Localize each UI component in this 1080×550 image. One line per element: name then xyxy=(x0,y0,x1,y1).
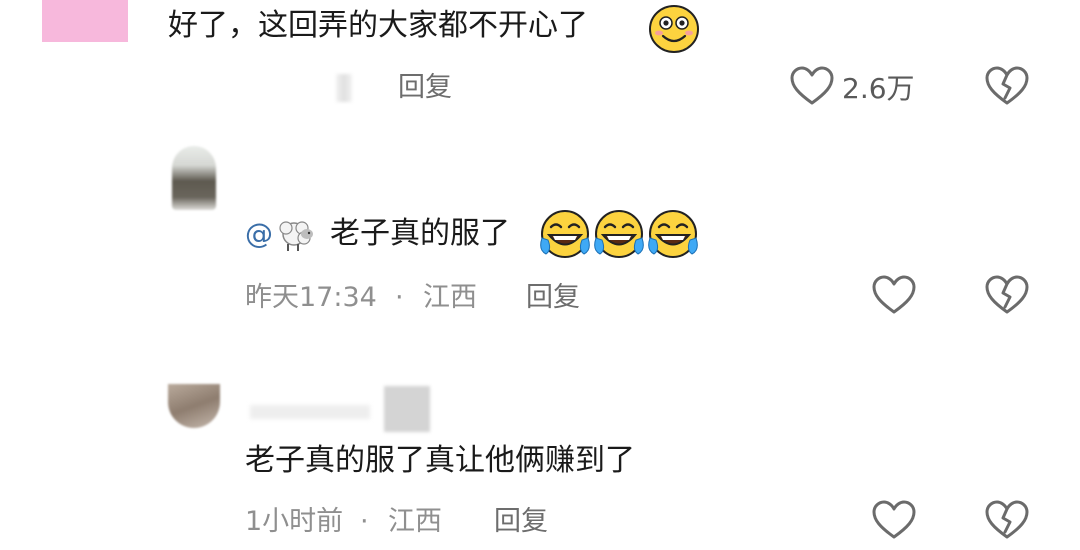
username-redacted xyxy=(384,386,430,432)
comment-text: 老子真的服了真让他俩赚到了 xyxy=(245,443,635,478)
separator-dot: · xyxy=(395,282,404,313)
avatar[interactable] xyxy=(172,146,216,210)
separator-dot: · xyxy=(360,506,369,537)
heart-outline-icon[interactable] xyxy=(872,500,916,540)
comment-text: 老子真的服了 xyxy=(330,216,510,251)
location: 江西 xyxy=(423,282,477,313)
like-count: 2.6万 xyxy=(842,72,915,105)
broken-heart-icon[interactable] xyxy=(985,275,1029,315)
mention-link[interactable]: @ xyxy=(245,220,273,248)
username-redacted xyxy=(336,74,352,102)
reply-button[interactable]: 回复 xyxy=(526,284,580,311)
blush-smile-emoji-icon xyxy=(649,5,699,53)
timestamp: 昨天17:34 xyxy=(245,282,377,313)
broken-heart-icon[interactable] xyxy=(985,500,1029,540)
username-redacted xyxy=(250,405,370,419)
laugh-crying-emoji-icon xyxy=(648,210,698,258)
heart-outline-icon[interactable] xyxy=(872,275,916,315)
sheep-emoji-icon xyxy=(279,221,313,251)
avatar[interactable] xyxy=(42,0,128,42)
reply-button[interactable]: 回复 xyxy=(494,508,548,535)
broken-heart-icon[interactable] xyxy=(985,66,1029,106)
laugh-crying-emoji-icon xyxy=(540,210,590,258)
reply-button[interactable]: 回复 xyxy=(398,74,452,101)
comment-text: 好了，这回弄的大家都不开心了 xyxy=(168,8,588,43)
laugh-crying-emoji-icon xyxy=(594,210,644,258)
location: 江西 xyxy=(388,506,442,537)
heart-outline-icon[interactable] xyxy=(790,66,834,106)
avatar[interactable] xyxy=(168,384,220,428)
timestamp: 1小时前 xyxy=(245,506,344,537)
